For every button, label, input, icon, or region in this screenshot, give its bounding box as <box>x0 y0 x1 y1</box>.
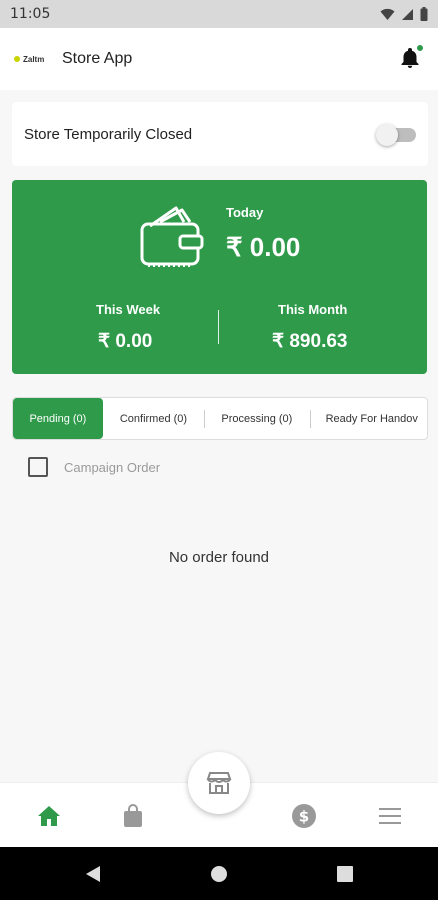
tab-pending[interactable]: Pending (0) <box>13 398 103 439</box>
app-logo: Zaltm <box>14 55 62 64</box>
status-icons <box>380 7 428 21</box>
store-fab-button[interactable] <box>188 752 250 814</box>
store-closed-toggle[interactable] <box>376 123 416 146</box>
logo-text: Zaltm <box>23 54 45 64</box>
recents-icon[interactable] <box>336 864 354 884</box>
logo-dot <box>14 56 20 62</box>
status-time: 11:05 <box>10 6 51 22</box>
campaign-order-label: Campaign Order <box>64 459 161 475</box>
shopping-bag-icon <box>124 804 142 827</box>
app-header: Zaltm Store App <box>0 28 438 90</box>
nav-earnings[interactable]: $ <box>291 803 317 829</box>
toggle-thumb <box>376 124 398 146</box>
this-month-value: ₹ 890.63 <box>272 331 348 352</box>
earnings-divider <box>218 310 219 344</box>
nav-orders[interactable] <box>120 803 146 829</box>
store-icon <box>206 772 232 794</box>
tab-processing[interactable]: Processing (0) <box>204 398 309 439</box>
wallet-icon <box>140 206 204 267</box>
today-value: ₹ 0.00 <box>226 232 301 262</box>
this-month-label: This Month <box>278 302 348 317</box>
svg-text:$: $ <box>299 808 309 826</box>
campaign-order-checkbox[interactable] <box>28 457 48 477</box>
this-week-value: ₹ 0.00 <box>98 331 153 352</box>
notification-dot <box>416 44 424 52</box>
store-status-card: Store Temporarily Closed <box>12 102 428 166</box>
home-circle-icon[interactable] <box>210 864 228 884</box>
earnings-card: Today ₹ 0.00 This Week ₹ 0.00 This Month… <box>12 180 427 374</box>
campaign-order-filter: Campaign Order <box>28 457 160 477</box>
battery-icon <box>420 7 428 21</box>
store-status-label: Store Temporarily Closed <box>24 125 193 143</box>
tab-confirmed[interactable]: Confirmed (0) <box>103 398 204 439</box>
order-status-tabs: Pending (0) Confirmed (0) Processing (0)… <box>12 397 428 440</box>
menu-icon <box>379 808 401 824</box>
nav-home[interactable] <box>36 803 62 829</box>
empty-orders-message: No order found <box>168 549 270 566</box>
home-icon <box>38 806 60 826</box>
system-nav-bar <box>0 847 438 900</box>
signal-icon <box>402 8 413 20</box>
tab-ready-for-handover[interactable]: Ready For Handov <box>309 398 427 439</box>
page-title: Store App <box>62 50 133 67</box>
status-bar: 11:05 <box>0 0 438 28</box>
dollar-icon: $ <box>292 804 316 828</box>
nav-menu[interactable] <box>377 803 403 829</box>
back-icon[interactable] <box>84 864 102 884</box>
wifi-icon <box>380 8 395 20</box>
this-week-label: This Week <box>96 302 161 317</box>
today-label: Today <box>226 205 264 220</box>
notification-button[interactable] <box>398 44 424 70</box>
